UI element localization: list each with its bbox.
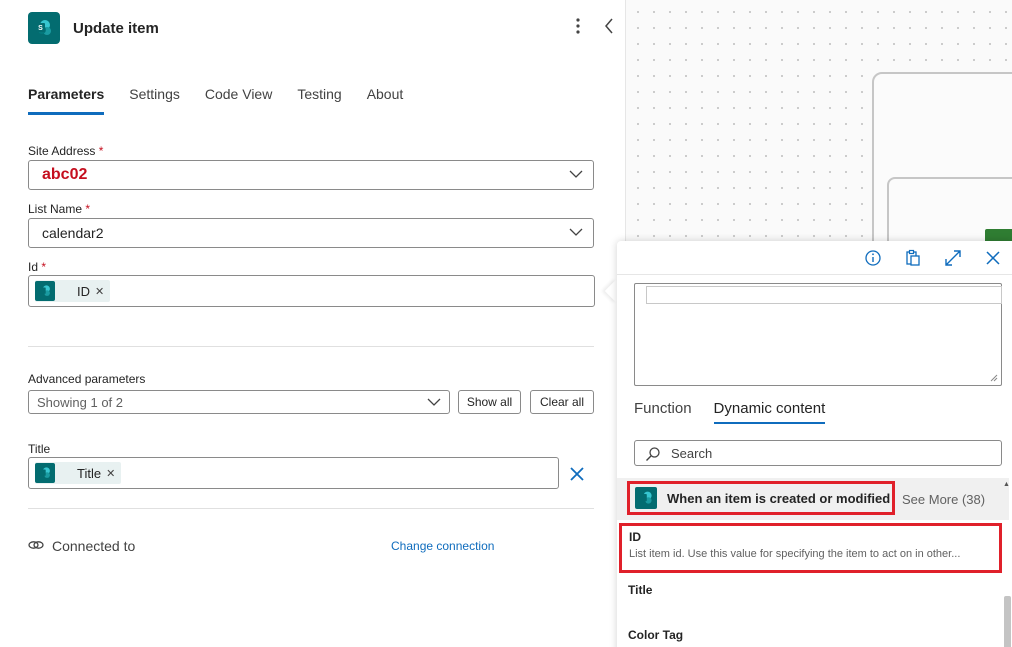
list-name-label: List Name * — [28, 202, 91, 216]
tab-function[interactable]: Function — [634, 400, 692, 424]
title-token[interactable]: Title ✕ — [35, 462, 122, 484]
site-address-label: Site Address * — [28, 144, 104, 158]
search-icon — [646, 447, 660, 461]
change-connection-link[interactable]: Change connection — [391, 539, 494, 553]
clipboard-icon[interactable] — [904, 249, 922, 267]
title-input[interactable]: Title ✕ — [28, 457, 559, 489]
site-address-dropdown[interactable]: abc02 — [28, 160, 594, 190]
divider — [28, 346, 594, 347]
tab-parameters[interactable]: Parameters — [28, 86, 105, 115]
action-settings-panel: S Update item Parameters Settings Code V… — [0, 0, 626, 647]
search-input[interactable]: Search — [634, 440, 1002, 466]
sharepoint-icon: S — [28, 12, 60, 44]
close-icon[interactable] — [568, 465, 586, 483]
remove-token-icon[interactable]: ✕ — [106, 467, 115, 480]
dynamic-item-color-tag[interactable]: Color Tag — [628, 628, 683, 642]
sharepoint-icon — [35, 281, 55, 301]
see-more-link[interactable]: See More (38) — [902, 492, 985, 507]
close-icon[interactable] — [984, 249, 1002, 267]
advanced-select-value: Showing 1 of 2 — [37, 394, 124, 410]
scroll-up-arrow[interactable]: ▲ — [1003, 481, 1010, 488]
tab-about[interactable]: About — [367, 86, 404, 115]
tab-testing[interactable]: Testing — [297, 86, 341, 115]
site-address-value: abc02 — [42, 166, 88, 183]
scrollbar-thumb[interactable] — [1004, 596, 1011, 647]
trigger-group-header[interactable]: When an item is created or modified — [627, 481, 895, 515]
resize-handle-icon[interactable] — [990, 374, 998, 382]
dynamic-content-flyout: Function Dynamic content Search When an … — [617, 241, 1012, 647]
remove-token-icon[interactable]: ✕ — [95, 285, 104, 298]
trigger-group-name: When an item is created or modified — [667, 490, 891, 506]
flyout-tabs: Function Dynamic content — [634, 400, 847, 424]
chevron-down-icon — [569, 228, 583, 236]
sharepoint-icon — [35, 463, 55, 483]
item-description: List item id. Use this value for specify… — [629, 548, 961, 560]
link-icon — [28, 541, 44, 549]
chevron-down-icon — [427, 398, 441, 406]
chevron-down-icon — [569, 170, 583, 178]
tab-settings[interactable]: Settings — [129, 86, 180, 115]
token-label: ID — [77, 283, 90, 299]
panel-tabs: Parameters Settings Code View Testing Ab… — [28, 86, 428, 115]
info-icon[interactable] — [864, 249, 882, 267]
panel-title: Update item — [73, 20, 159, 37]
connected-to-label: Connected to — [52, 538, 136, 554]
clear-all-button[interactable]: Clear all — [530, 390, 594, 414]
id-token[interactable]: ID ✕ — [35, 280, 111, 302]
id-label: Id * — [28, 260, 47, 274]
id-input[interactable]: ID ✕ — [28, 275, 595, 307]
trigger-group-row: When an item is created or modified See … — [617, 478, 1009, 520]
chevron-left-icon[interactable] — [600, 16, 618, 40]
expression-editor[interactable] — [634, 283, 1002, 386]
expand-icon[interactable] — [944, 249, 962, 267]
list-name-value: calendar2 — [42, 225, 104, 241]
more-vertical-icon[interactable] — [570, 16, 586, 40]
divider — [28, 508, 594, 509]
tab-code-view[interactable]: Code View — [205, 86, 272, 115]
tab-dynamic-content[interactable]: Dynamic content — [713, 400, 826, 424]
sharepoint-icon — [635, 487, 657, 509]
svg-text:S: S — [38, 25, 43, 32]
token-label: Title — [77, 465, 102, 481]
dynamic-item-id[interactable]: ID List item id. Use this value for spec… — [619, 523, 1002, 573]
show-all-button[interactable]: Show all — [458, 390, 521, 414]
search-placeholder: Search — [671, 445, 713, 461]
list-name-dropdown[interactable]: calendar2 — [28, 218, 594, 248]
advanced-parameters-label: Advanced parameters — [28, 372, 146, 386]
title-label: Title — [28, 442, 51, 456]
item-title: ID — [629, 530, 641, 544]
expression-input[interactable] — [646, 286, 1002, 304]
advanced-parameters-select[interactable]: Showing 1 of 2 — [28, 390, 450, 414]
flyout-toolbar — [617, 241, 1012, 275]
dynamic-item-title[interactable]: Title — [628, 583, 652, 597]
